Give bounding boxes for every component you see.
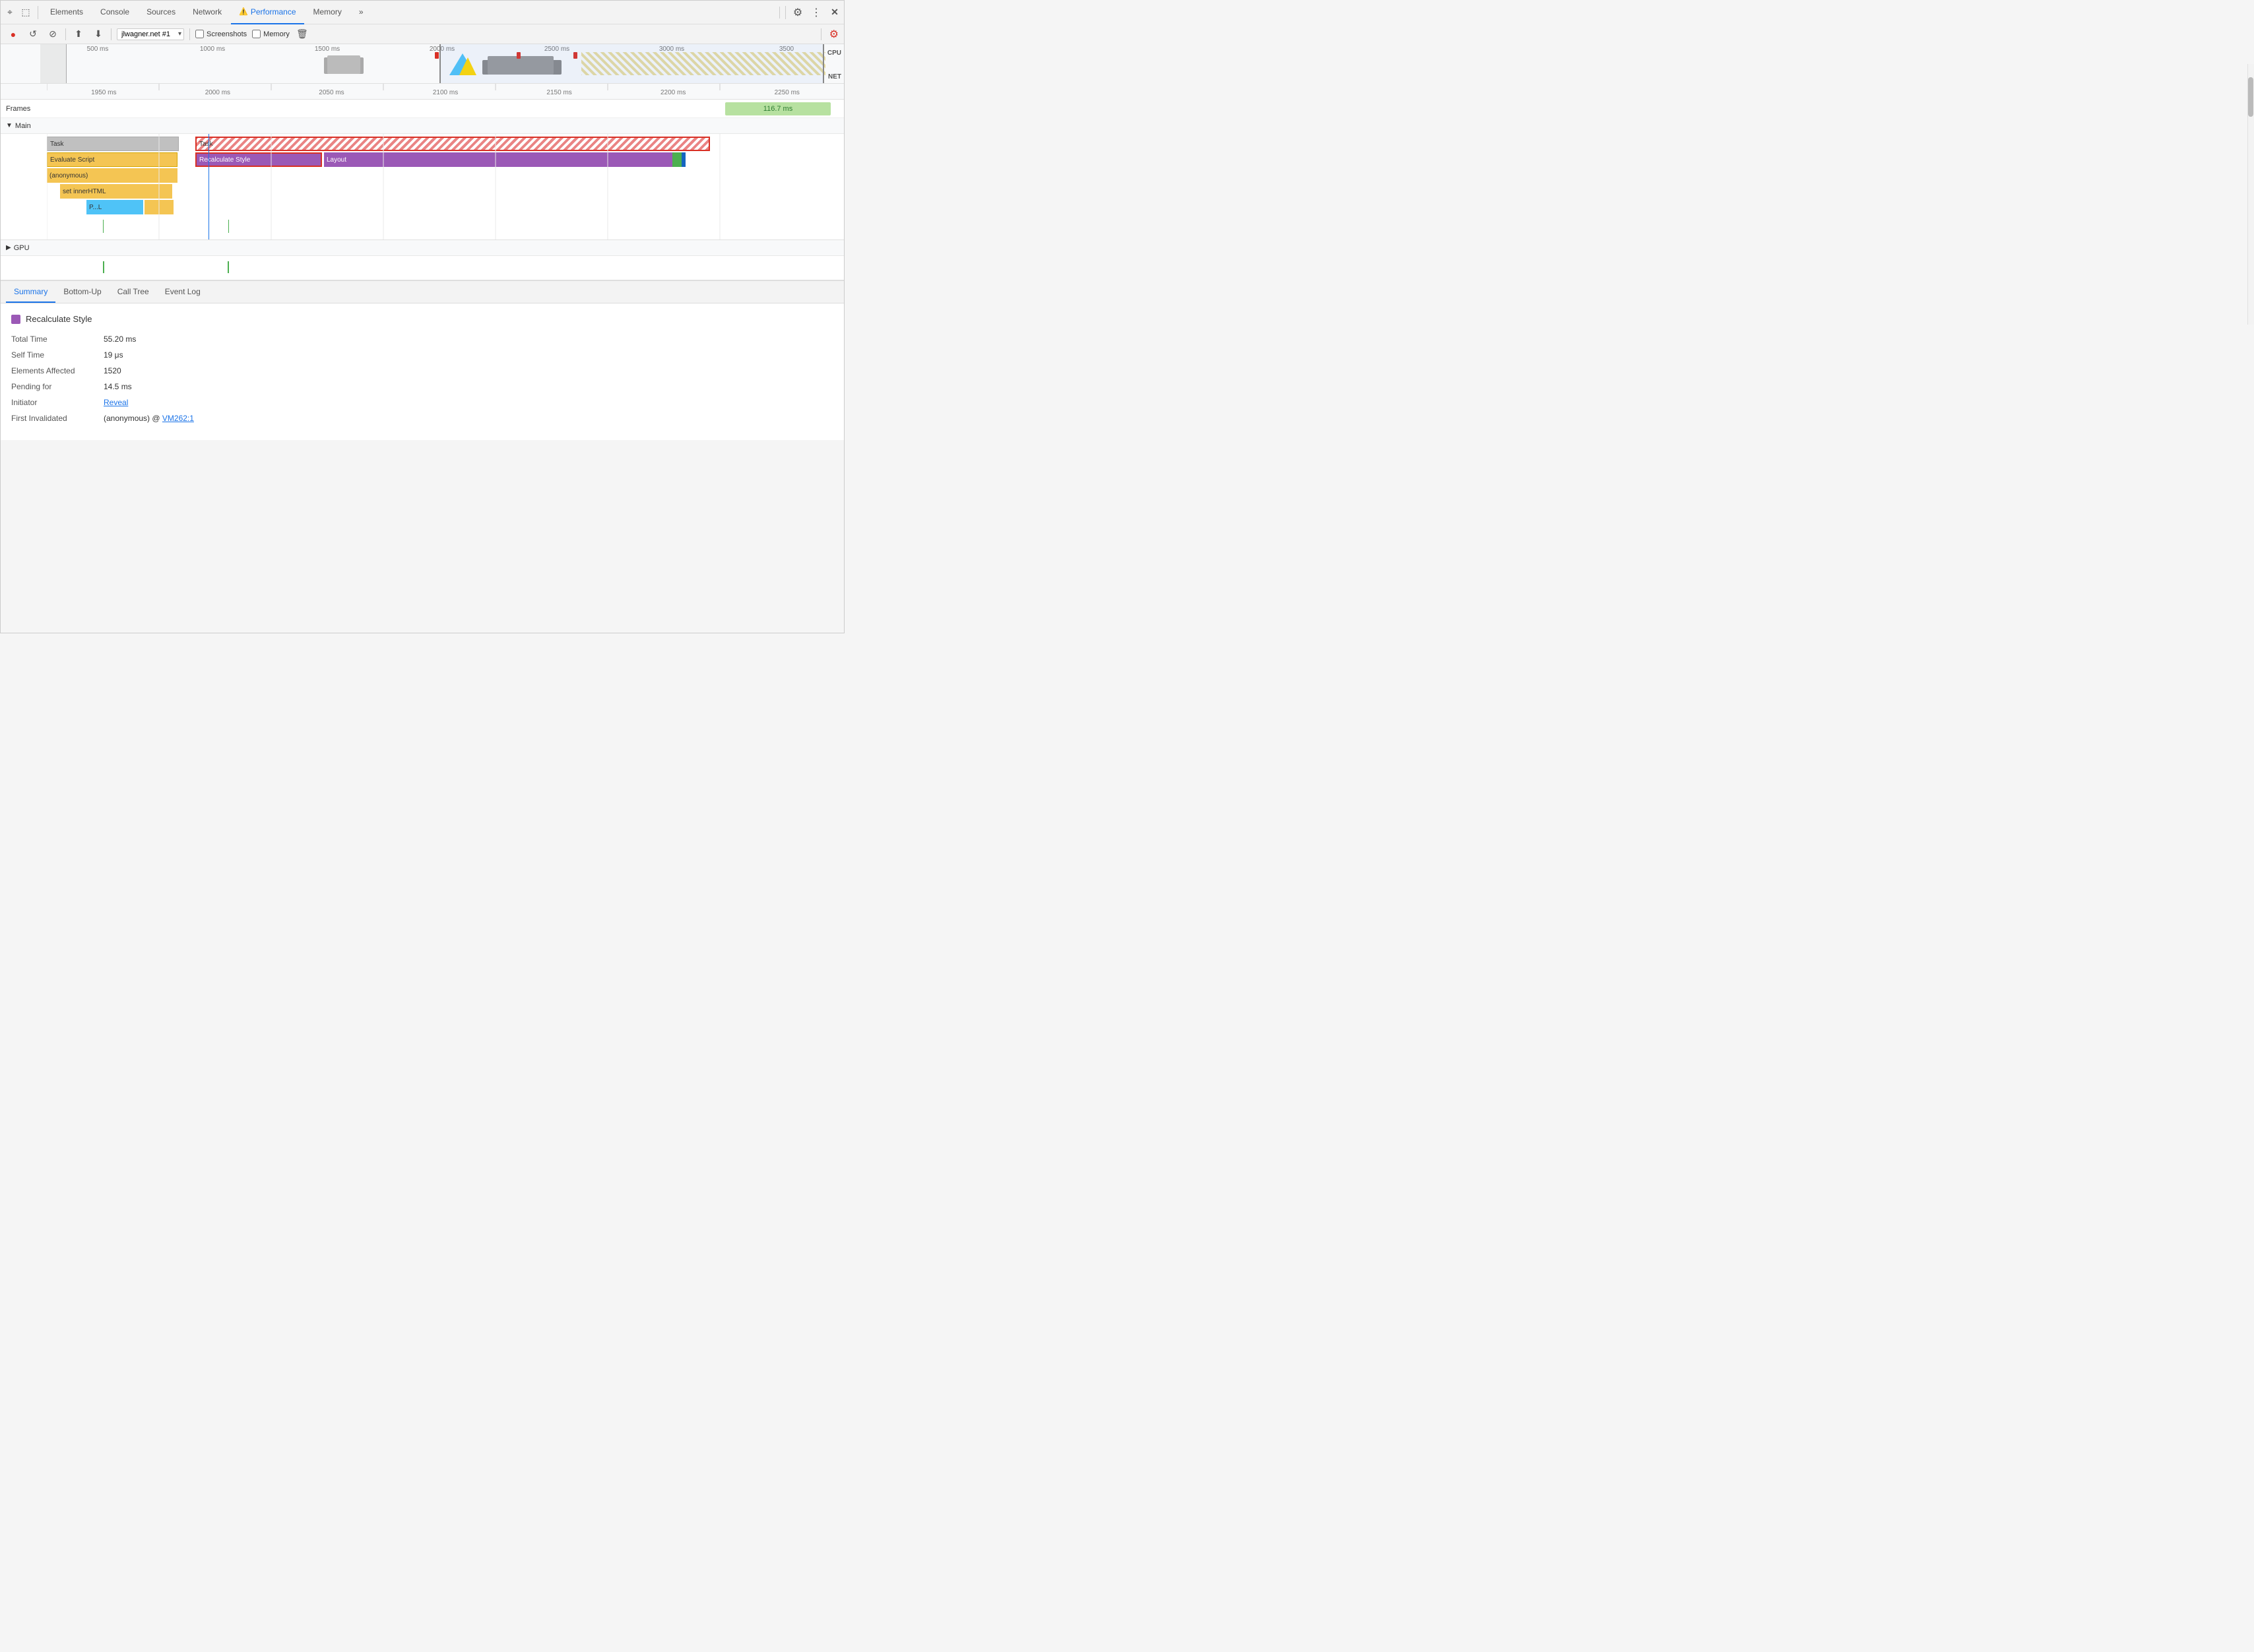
gpu-tick-2: [228, 220, 229, 233]
main-section: ▼ Main Task Task Evaluate Script Recalcu…: [1, 118, 844, 240]
layout-blue-block: [682, 152, 686, 167]
main-section-header[interactable]: ▼ Main: [1, 118, 844, 134]
task-bar-1[interactable]: Task: [47, 137, 179, 151]
summary-first-invalidated-value: (anonymous) @ VM262:1: [104, 414, 194, 423]
summary-color-swatch: [11, 315, 20, 324]
settings-gear-icon[interactable]: ⚙: [829, 28, 839, 41]
tab-more[interactable]: »: [351, 1, 371, 24]
initiator-reveal-link[interactable]: Reveal: [104, 398, 128, 407]
tab-sources[interactable]: Sources: [139, 1, 183, 24]
prl-yellow-block: [145, 200, 174, 214]
profile-selector[interactable]: jlwagner.net #1: [117, 28, 184, 40]
memory-checkbox-label[interactable]: Memory: [252, 30, 290, 38]
download-button[interactable]: ⬇: [91, 27, 106, 42]
evaluate-script-bar[interactable]: Evaluate Script: [47, 152, 177, 167]
tab-memory[interactable]: Memory: [306, 1, 350, 24]
tab-performance[interactable]: Performance: [231, 1, 304, 24]
scrollbar-thumb[interactable]: [2248, 77, 2253, 117]
toolbar-icon-group: ⌖ ⬚: [3, 6, 38, 19]
upload-button[interactable]: ⬆: [71, 27, 86, 42]
ruler-ticks: [47, 84, 844, 99]
settings-icon[interactable]: ⚙: [791, 6, 804, 19]
close-icon[interactable]: ✕: [828, 6, 841, 19]
layout-label: Layout: [327, 156, 346, 164]
main-section-label: Main: [15, 122, 31, 130]
summary-initiator-key: Initiator: [11, 398, 104, 407]
frames-row: Frames 116.7 ms: [1, 100, 844, 118]
tab-call-tree[interactable]: Call Tree: [110, 282, 157, 303]
more-icon[interactable]: ⋮: [810, 6, 823, 19]
gpu-track: [1, 256, 844, 280]
cursor-icon[interactable]: ⌖: [3, 6, 16, 19]
summary-pending-key: Pending for: [11, 382, 104, 391]
anonymous-bar[interactable]: (anonymous): [47, 168, 177, 183]
summary-self-time-key: Self Time: [11, 350, 104, 360]
tab-network[interactable]: Network: [185, 1, 230, 24]
memory-checkbox[interactable]: [252, 30, 261, 38]
first-invalidated-link[interactable]: VM262:1: [162, 414, 194, 423]
summary-self-time-value: 19 μs: [104, 350, 123, 360]
tab-right-icons: ⚙ ⋮ ✕: [785, 6, 841, 19]
recalculate-style-label: Recalculate Style: [199, 156, 250, 164]
bottom-tabs: Summary Bottom-Up Call Tree Event Log: [1, 281, 844, 303]
layout-green-block: [672, 152, 682, 167]
inspect-icon[interactable]: ⬚: [19, 6, 32, 19]
trash-button[interactable]: 🗑: [295, 27, 309, 42]
reload-button[interactable]: ↺: [26, 27, 40, 42]
main-toggle-icon: ▼: [6, 122, 13, 129]
main-track-area: Task Task Evaluate Script Recalculate St…: [1, 134, 844, 239]
summary-initiator-row: Initiator Reveal: [11, 398, 833, 407]
recalculate-style-bar[interactable]: Recalculate Style: [195, 152, 322, 167]
summary-panel: Recalculate Style Total Time 55.20 ms Se…: [1, 303, 844, 440]
gpu-activity-1: [103, 261, 104, 273]
summary-total-time-row: Total Time 55.20 ms: [11, 334, 833, 344]
frames-label: Frames: [1, 105, 47, 113]
summary-total-time-value: 55.20 ms: [104, 334, 136, 344]
summary-title: Recalculate Style: [11, 314, 833, 324]
tab-bottom-up[interactable]: Bottom-Up: [55, 282, 109, 303]
summary-self-time-row: Self Time 19 μs: [11, 350, 833, 360]
summary-total-time-key: Total Time: [11, 334, 104, 344]
summary-first-invalidated-row: First Invalidated (anonymous) @ VM262:1: [11, 414, 833, 423]
devtools-tab-bar: ⌖ ⬚ Elements Console Sources Network Per…: [1, 1, 844, 24]
task-bar-2[interactable]: Task: [195, 137, 710, 151]
summary-pending-row: Pending for 14.5 ms: [11, 382, 833, 391]
gpu-section-header[interactable]: ▶ GPU: [1, 240, 844, 256]
timeline-area: 500 ms 1000 ms 1500 ms 2000 ms 2500 ms 3…: [1, 44, 844, 281]
gpu-toggle-icon: ▶: [6, 244, 11, 251]
summary-elements-value: 1520: [104, 366, 121, 375]
set-inner-html-bar[interactable]: set innerHTML: [60, 184, 172, 199]
tab-event-log[interactable]: Event Log: [157, 282, 209, 303]
record-button[interactable]: ●: [6, 27, 20, 42]
screenshots-checkbox[interactable]: [195, 30, 204, 38]
clear-button[interactable]: ⊘: [46, 27, 60, 42]
gpu-section: ▶ GPU: [1, 240, 844, 280]
performance-toolbar: ● ↺ ⊘ ⬆ ⬇ jlwagner.net #1 Screenshots Me…: [1, 24, 844, 44]
timeline-ruler[interactable]: 1950 ms 2000 ms 2050 ms 2100 ms 2150 ms …: [1, 84, 844, 100]
frames-content: 116.7 ms: [47, 100, 844, 117]
gpu-section-label: GPU: [14, 244, 30, 252]
summary-title-text: Recalculate Style: [26, 314, 92, 324]
summary-pending-value: 14.5 ms: [104, 382, 132, 391]
first-invalidated-prefix: (anonymous) @: [104, 414, 162, 423]
net-label: NET: [828, 73, 841, 80]
tab-console[interactable]: Console: [92, 1, 137, 24]
tab-elements[interactable]: Elements: [42, 1, 91, 24]
cpu-label: CPU: [827, 49, 841, 57]
frame-116: 116.7 ms: [725, 102, 831, 115]
summary-elements-row: Elements Affected 1520: [11, 366, 833, 375]
layout-bar[interactable]: Layout: [324, 152, 672, 167]
summary-elements-key: Elements Affected: [11, 366, 104, 375]
profile-selector-wrap: jlwagner.net #1: [117, 28, 184, 40]
prl-bar[interactable]: P...L: [86, 200, 143, 214]
screenshots-checkbox-label[interactable]: Screenshots: [195, 30, 247, 38]
summary-first-invalidated-key: First Invalidated: [11, 414, 104, 423]
gpu-activity-2: [228, 261, 229, 273]
tab-summary[interactable]: Summary: [6, 282, 55, 303]
overview-bar[interactable]: 500 ms 1000 ms 1500 ms 2000 ms 2500 ms 3…: [1, 44, 844, 84]
vertical-scrollbar[interactable]: [2247, 64, 2254, 325]
gpu-tick-1: [103, 220, 104, 233]
